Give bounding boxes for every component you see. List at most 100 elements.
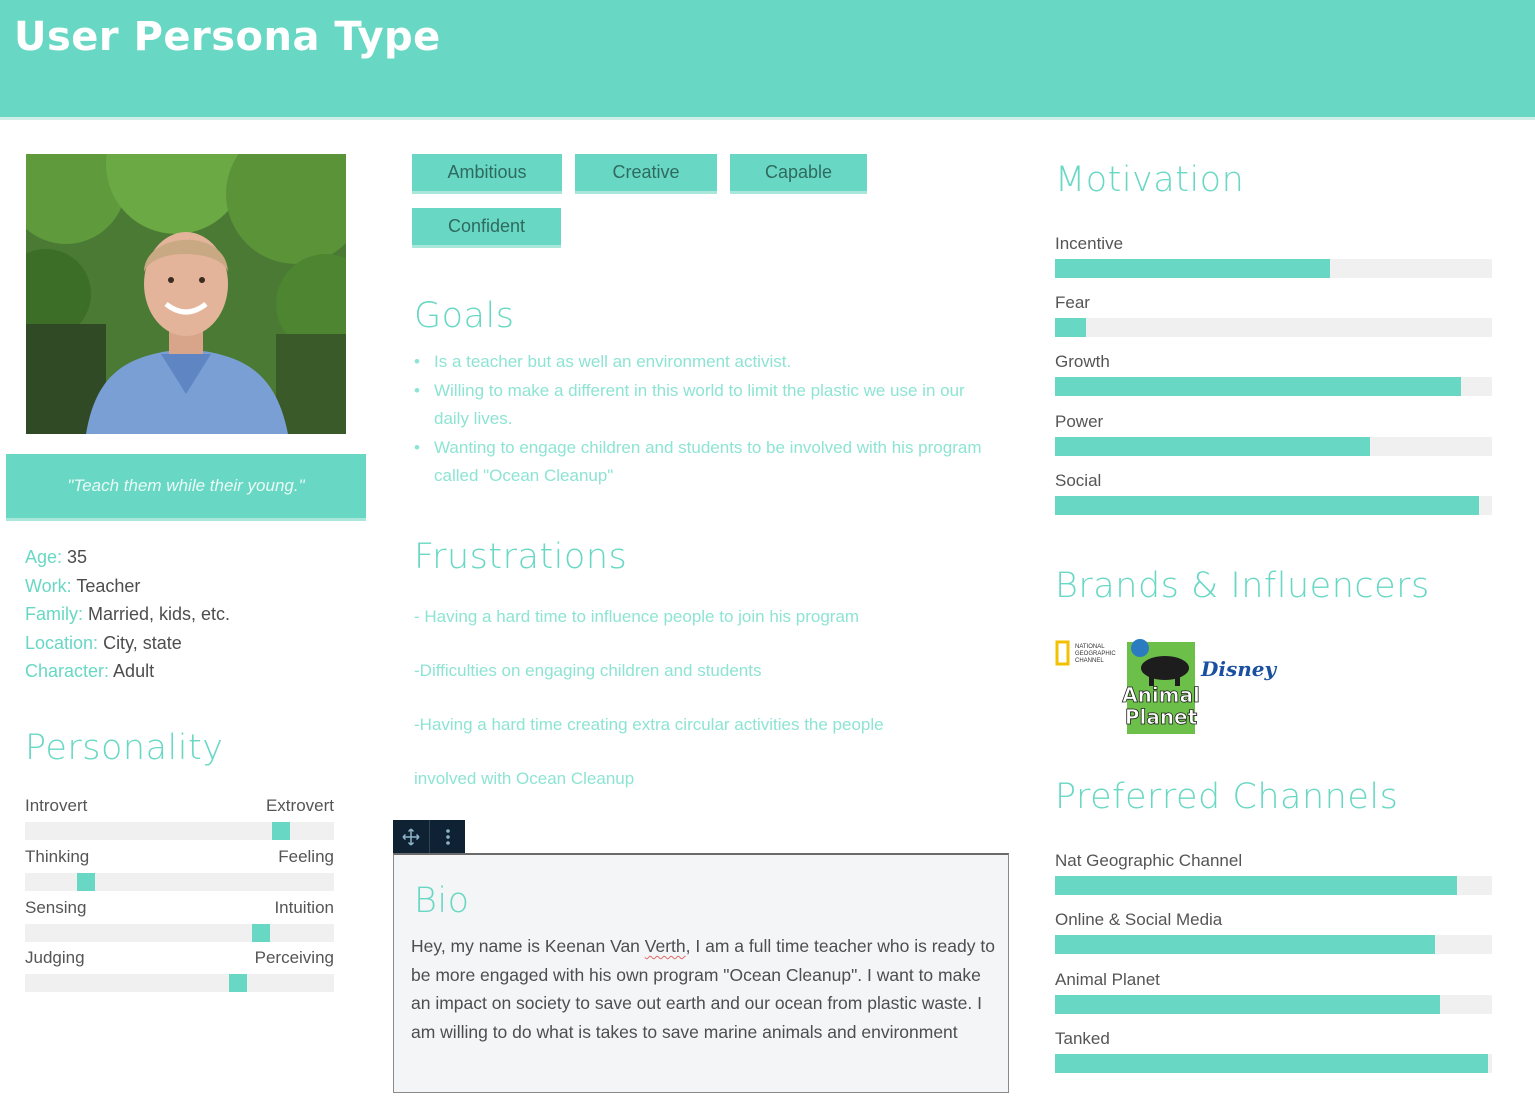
personality-left-label: Introvert bbox=[25, 796, 88, 815]
bar-fill bbox=[1055, 377, 1462, 396]
motivation-title: Motivation bbox=[1055, 160, 1245, 200]
goals-list: Is a teacher but as well an environment … bbox=[414, 348, 984, 491]
fact-key: Work: bbox=[25, 575, 72, 596]
bar-label: Incentive bbox=[1055, 234, 1124, 253]
bar-track bbox=[1055, 876, 1492, 895]
bio-title: Bio bbox=[414, 881, 470, 921]
personality-row-thinking-feeling: Thinking Feeling bbox=[25, 847, 334, 897]
bar-label: Fear bbox=[1055, 293, 1090, 312]
personality-left-label: Judging bbox=[25, 948, 85, 967]
personality-right-label: Perceiving bbox=[254, 948, 334, 967]
bar-fill bbox=[1055, 318, 1086, 337]
personality-left-label: Thinking bbox=[25, 847, 90, 866]
frustration-item: -Difficulties on engaging children and s… bbox=[414, 661, 762, 680]
bio-block-toolbar bbox=[393, 820, 465, 854]
svg-text:Planet: Planet bbox=[1125, 705, 1198, 729]
move-icon[interactable] bbox=[393, 820, 429, 854]
fact-key: Age: bbox=[25, 547, 63, 567]
persona-photo bbox=[26, 154, 346, 434]
fact-key: Location: bbox=[25, 632, 99, 653]
trait-tag-ambitious: Ambitious bbox=[412, 154, 562, 194]
fact-family: Family: Married, kids, etc. bbox=[25, 600, 230, 629]
bar-track bbox=[1055, 259, 1492, 278]
svg-text:Animal: Animal bbox=[1122, 683, 1200, 707]
channels-title: Preferred Channels bbox=[1055, 777, 1399, 817]
persona-quote: "Teach them while their young." bbox=[6, 454, 366, 521]
fact-age: Age: 35 bbox=[25, 543, 230, 572]
more-vertical-icon[interactable] bbox=[429, 820, 465, 854]
trait-tag-creative: Creative bbox=[575, 154, 717, 194]
bar-track bbox=[1055, 995, 1492, 1014]
personality-right-label: Intuition bbox=[274, 898, 334, 917]
national-geographic-logo: NATIONAL GEOGRAPHIC CHANNEL bbox=[1055, 640, 1116, 666]
bar-fill bbox=[1055, 496, 1479, 515]
bar-label: Social bbox=[1055, 471, 1102, 490]
personality-track bbox=[25, 873, 334, 891]
personality-left-label: Sensing bbox=[25, 898, 87, 917]
personality-row-judging-perceiving: Judging Perceiving bbox=[25, 948, 334, 998]
bar-track bbox=[1055, 935, 1492, 954]
fact-value: Married, kids, etc. bbox=[83, 604, 231, 624]
personality-slider-knob[interactable] bbox=[252, 924, 270, 942]
fact-location: Location: City, state bbox=[25, 629, 230, 658]
goal-item: Wanting to engage children and students … bbox=[414, 434, 984, 491]
bar-fill bbox=[1055, 935, 1436, 954]
personality-row-introvert-extrovert: Introvert Extrovert bbox=[25, 796, 334, 846]
personality-track bbox=[25, 974, 334, 992]
goal-item: Is a teacher but as well an environment … bbox=[414, 348, 984, 377]
fact-value: 35 bbox=[62, 547, 88, 567]
bar-fill bbox=[1055, 259, 1331, 278]
bar-label: Growth bbox=[1055, 352, 1110, 371]
header-bar: User Persona Type bbox=[0, 0, 1535, 120]
bar-fill bbox=[1055, 876, 1458, 895]
personality-row-sensing-intuition: Sensing Intuition bbox=[25, 898, 334, 948]
brands-title: Brands & Influencers bbox=[1055, 566, 1430, 606]
fact-character: Character: Adult bbox=[25, 657, 230, 686]
animal-planet-logo: Animal Planet bbox=[1122, 639, 1200, 734]
svg-text:NATIONAL: NATIONAL bbox=[1075, 644, 1105, 650]
bar-track bbox=[1055, 377, 1492, 396]
personality-title: Personality bbox=[25, 728, 224, 768]
bar-label: Tanked bbox=[1055, 1029, 1110, 1048]
bar-label: Power bbox=[1055, 412, 1104, 431]
frustration-item: involved with Ocean Cleanup bbox=[414, 769, 635, 788]
personality-right-label: Feeling bbox=[278, 847, 334, 866]
goals-title: Goals bbox=[414, 296, 515, 336]
brand-logos: NATIONAL GEOGRAPHIC CHANNEL Animal Plane… bbox=[1055, 636, 1285, 736]
fact-key: Family: bbox=[25, 604, 83, 624]
quote-text: "Teach them while their young." bbox=[67, 476, 305, 495]
goal-item: Willing to make a different in this worl… bbox=[414, 377, 984, 434]
trait-tag-confident: Confident bbox=[412, 208, 561, 248]
persona-facts: Age: 35 Work: Teacher Family: Married, k… bbox=[25, 543, 230, 686]
bio-text[interactable]: Hey, my name is Keenan Van Verth, I am a… bbox=[411, 932, 1001, 1047]
fact-work: Work: Teacher bbox=[25, 572, 230, 601]
fact-value: Teacher bbox=[71, 575, 141, 596]
personality-slider-knob[interactable] bbox=[77, 873, 95, 891]
frustration-item: - Having a hard time to influence people… bbox=[414, 607, 860, 626]
personality-track bbox=[25, 924, 334, 942]
misspelled-word: Verth bbox=[644, 936, 686, 956]
bar-track bbox=[1055, 437, 1492, 456]
trait-tag-capable: Capable bbox=[730, 154, 867, 194]
bar-track bbox=[1055, 1054, 1492, 1073]
svg-text:Disney: Disney bbox=[1200, 657, 1277, 681]
fact-key: Character: bbox=[25, 661, 110, 681]
personality-right-label: Extrovert bbox=[265, 796, 334, 815]
bar-track bbox=[1055, 318, 1492, 337]
bar-label: Nat Geographic Channel bbox=[1055, 851, 1243, 870]
personality-slider-knob[interactable] bbox=[229, 974, 247, 992]
bio-text-part: Hey, my name is Keenan Van bbox=[411, 936, 645, 956]
bar-fill bbox=[1055, 1054, 1488, 1073]
bar-track bbox=[1055, 496, 1492, 515]
personality-slider-knob[interactable] bbox=[272, 822, 290, 840]
fact-value: Adult bbox=[109, 661, 155, 681]
disney-logo: Disney bbox=[1200, 657, 1277, 681]
bar-label: Animal Planet bbox=[1055, 970, 1160, 989]
frustrations-title: Frustrations bbox=[414, 537, 628, 577]
bar-fill bbox=[1055, 437, 1370, 456]
bar-label: Online & Social Media bbox=[1055, 910, 1223, 929]
page-title: User Persona Type bbox=[14, 14, 441, 60]
bar-fill bbox=[1055, 995, 1440, 1014]
frustration-item: -Having a hard time creating extra circu… bbox=[414, 715, 884, 734]
fact-value: City, state bbox=[98, 632, 182, 653]
